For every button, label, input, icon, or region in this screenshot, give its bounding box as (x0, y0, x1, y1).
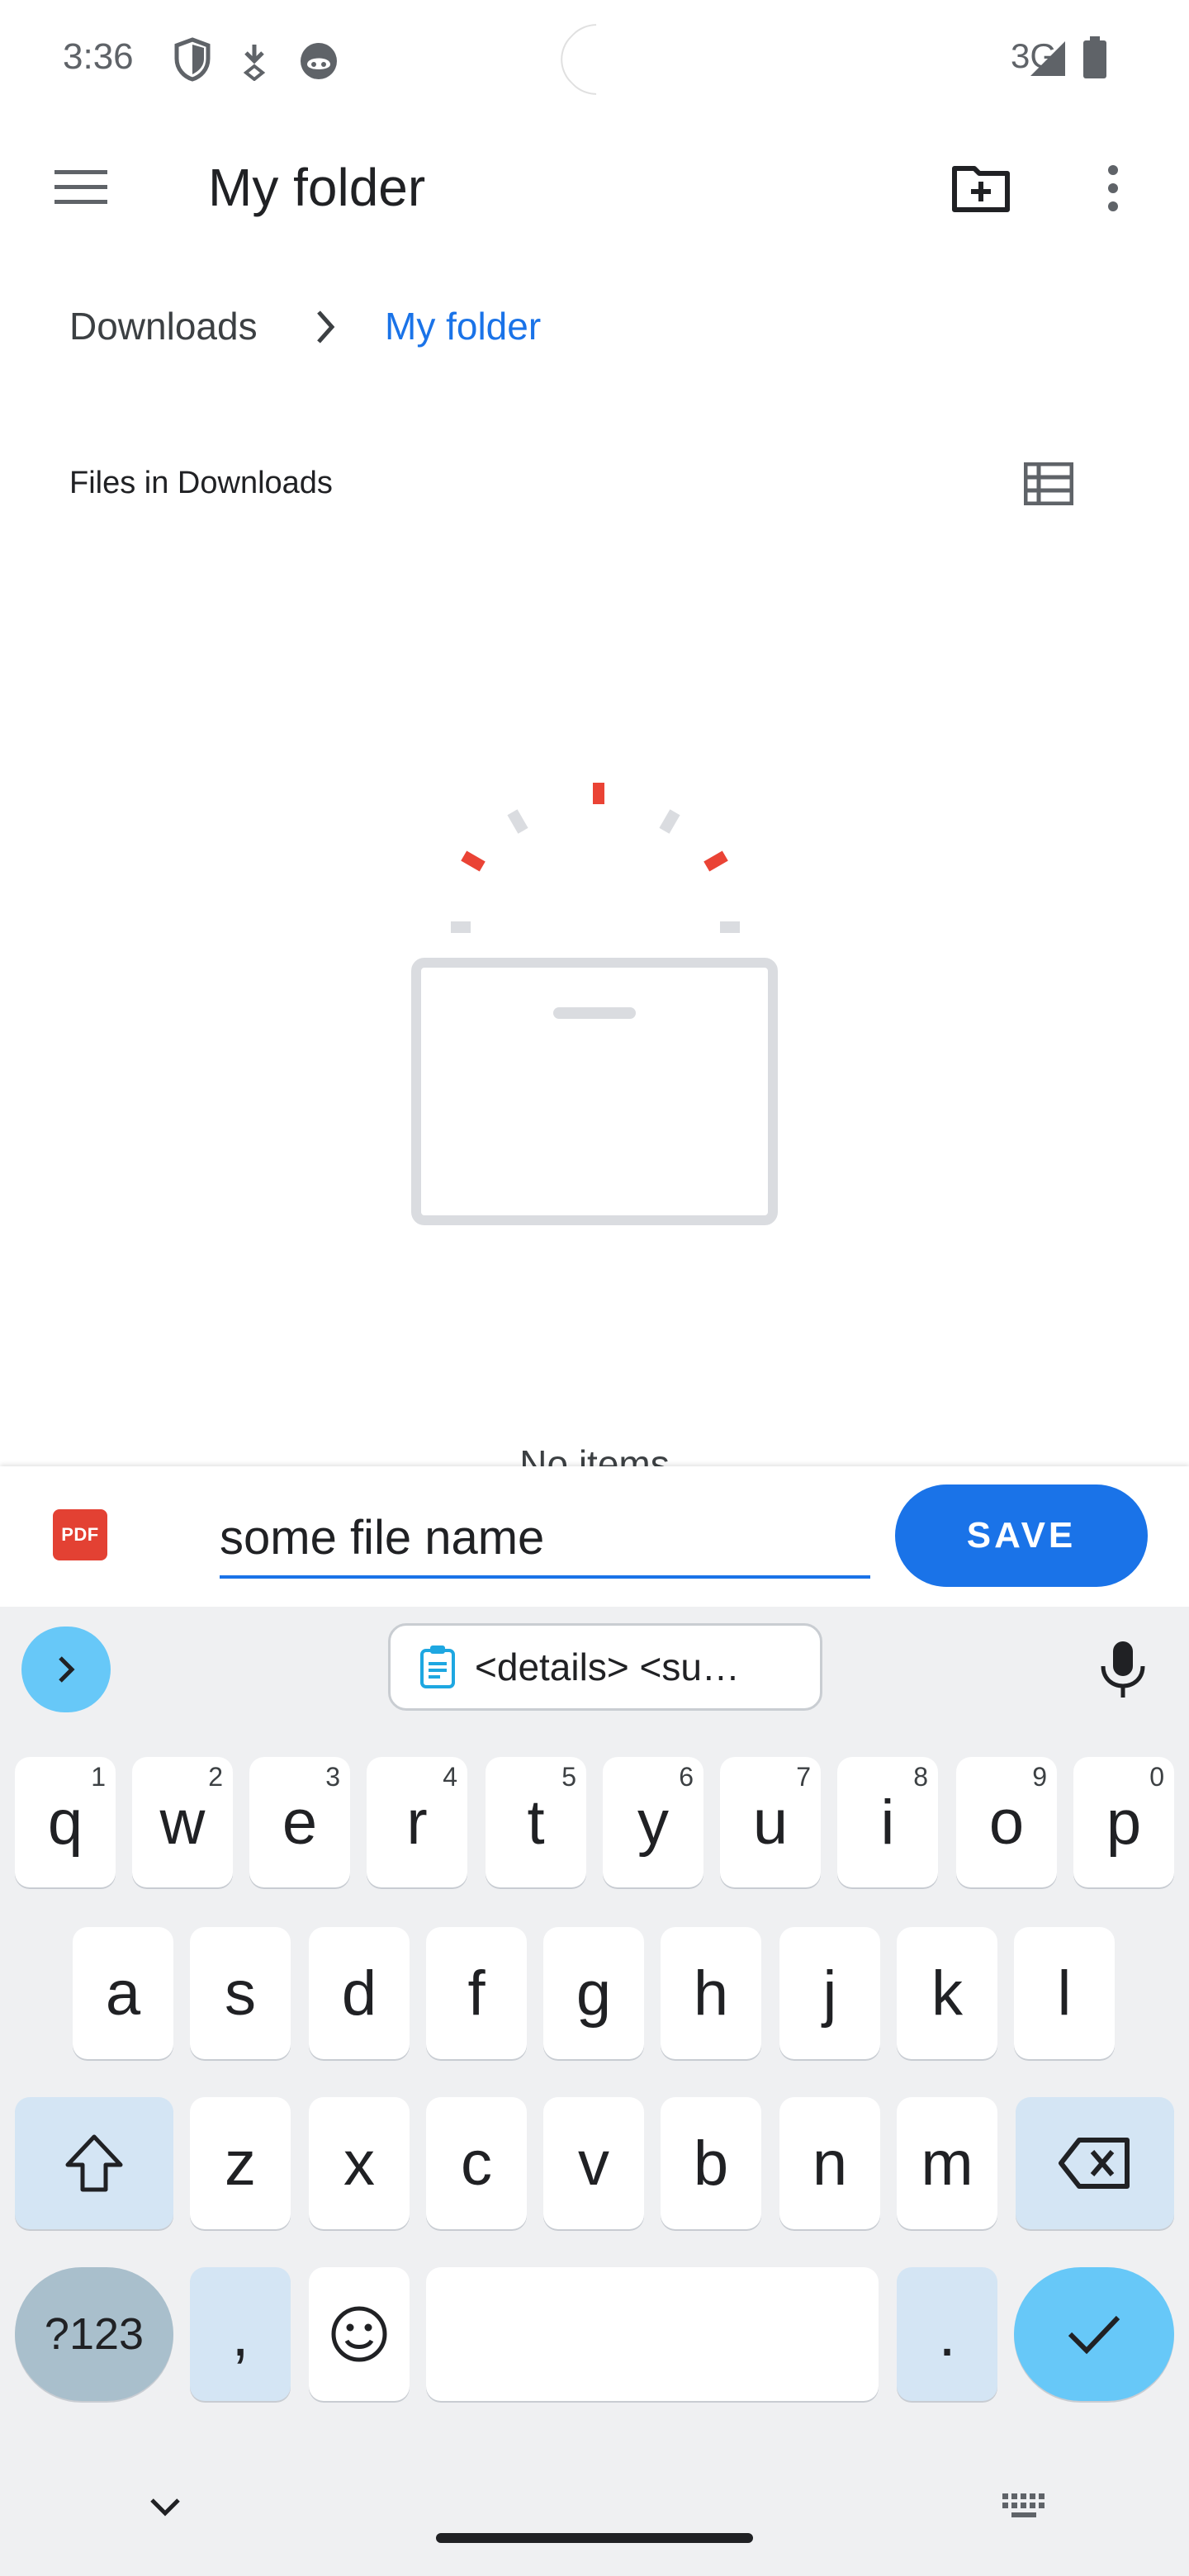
key-hint: 3 (325, 1762, 340, 1792)
key-j[interactable]: j (779, 1927, 880, 2059)
key-hint: 5 (561, 1762, 576, 1792)
battery-icon (1083, 36, 1106, 78)
key-a[interactable]: a (73, 1927, 173, 2059)
download-icon (243, 45, 266, 81)
key-c[interactable]: c (426, 2097, 527, 2229)
key-g[interactable]: g (543, 1927, 644, 2059)
keyboard-switch-icon[interactable] (1001, 2492, 1047, 2525)
cat-icon (301, 43, 337, 79)
key-h[interactable]: h (661, 1927, 761, 2059)
key-hint: 7 (796, 1762, 811, 1792)
emoji-icon (331, 2306, 387, 2362)
pdf-file-icon: PDF (53, 1509, 107, 1560)
key-q[interactable]: q1 (15, 1757, 116, 1887)
symbols-key[interactable]: ?123 (15, 2267, 173, 2401)
key-label: w (159, 1787, 206, 1858)
key-label: i (880, 1787, 895, 1858)
key-hint: 4 (443, 1762, 457, 1792)
key-hint: 9 (1032, 1762, 1047, 1792)
key-n[interactable]: n (779, 2097, 880, 2229)
key-x[interactable]: x (309, 2097, 410, 2229)
key-k[interactable]: k (897, 1927, 997, 2059)
key-label: e (282, 1787, 318, 1858)
key-label: p (1106, 1787, 1142, 1858)
key-hint: 6 (679, 1762, 694, 1792)
key-b[interactable]: b (661, 2097, 761, 2229)
period-key[interactable]: . (897, 2267, 997, 2401)
gesture-nav-bar[interactable] (436, 2533, 753, 2543)
space-key[interactable] (426, 2267, 879, 2401)
checkmark-icon (1068, 2315, 1120, 2355)
key-t[interactable]: t5 (486, 1757, 586, 1887)
key-label: u (752, 1787, 789, 1858)
expand-toolbar-button[interactable] (21, 1627, 111, 1712)
shift-icon (65, 2134, 123, 2192)
list-view-icon[interactable] (1024, 462, 1073, 505)
camera-cutout (547, 10, 646, 109)
comma-key[interactable]: , (190, 2267, 291, 2401)
chevron-right-icon (317, 310, 335, 343)
empty-folder-illustration (411, 783, 778, 1225)
enter-key[interactable] (1014, 2267, 1174, 2401)
key-s[interactable]: s (190, 1927, 291, 2059)
breadcrumb-my-folder[interactable]: My folder (385, 304, 541, 348)
clipboard-icon (420, 1646, 455, 1688)
keyboard (0, 1607, 1189, 2576)
emoji-key[interactable] (309, 2267, 410, 2401)
key-label: t (527, 1787, 545, 1858)
menu-icon[interactable] (54, 168, 107, 206)
microphone-icon[interactable] (1097, 1640, 1149, 1701)
save-button[interactable]: SAVE (895, 1485, 1148, 1587)
key-e[interactable]: e3 (249, 1757, 350, 1887)
clipboard-suggestion[interactable]: <details> <su… (388, 1623, 822, 1711)
key-o[interactable]: o9 (956, 1757, 1057, 1887)
key-r[interactable]: r4 (367, 1757, 467, 1887)
key-f[interactable]: f (426, 1927, 527, 2059)
key-p[interactable]: p0 (1073, 1757, 1174, 1887)
hide-keyboard-icon[interactable] (149, 2495, 182, 2518)
key-hint: 0 (1149, 1762, 1164, 1792)
key-l[interactable]: l (1014, 1927, 1115, 2059)
breadcrumb-downloads[interactable]: Downloads (69, 304, 258, 348)
chevron-right-icon (59, 1656, 75, 1683)
backspace-icon (1059, 2138, 1130, 2189)
key-i[interactable]: i8 (837, 1757, 938, 1887)
clipboard-suggestion-text: <details> <su… (475, 1646, 740, 1688)
key-label: r (406, 1787, 428, 1858)
key-label: q (47, 1787, 83, 1858)
key-hint: 1 (91, 1762, 106, 1792)
key-w[interactable]: w2 (132, 1757, 233, 1887)
key-v[interactable]: v (543, 2097, 644, 2229)
page-title: My folder (208, 158, 426, 217)
key-hint: 8 (913, 1762, 928, 1792)
status-time: 3:36 (63, 36, 134, 77)
shield-icon (174, 37, 211, 82)
more-icon[interactable] (1103, 163, 1123, 213)
key-hint: 2 (208, 1762, 223, 1792)
new-folder-icon[interactable] (951, 163, 1011, 213)
signal-icon (1030, 41, 1065, 76)
shift-key[interactable] (15, 2097, 173, 2229)
key-u[interactable]: u7 (720, 1757, 821, 1887)
filename-input[interactable] (220, 1499, 870, 1579)
key-label: y (637, 1787, 669, 1858)
section-title: Files in Downloads (69, 466, 333, 500)
key-m[interactable]: m (897, 2097, 997, 2229)
backspace-key[interactable] (1016, 2097, 1174, 2229)
key-d[interactable]: d (309, 1927, 410, 2059)
key-y[interactable]: y6 (603, 1757, 703, 1887)
key-z[interactable]: z (190, 2097, 291, 2229)
key-label: o (988, 1787, 1025, 1858)
